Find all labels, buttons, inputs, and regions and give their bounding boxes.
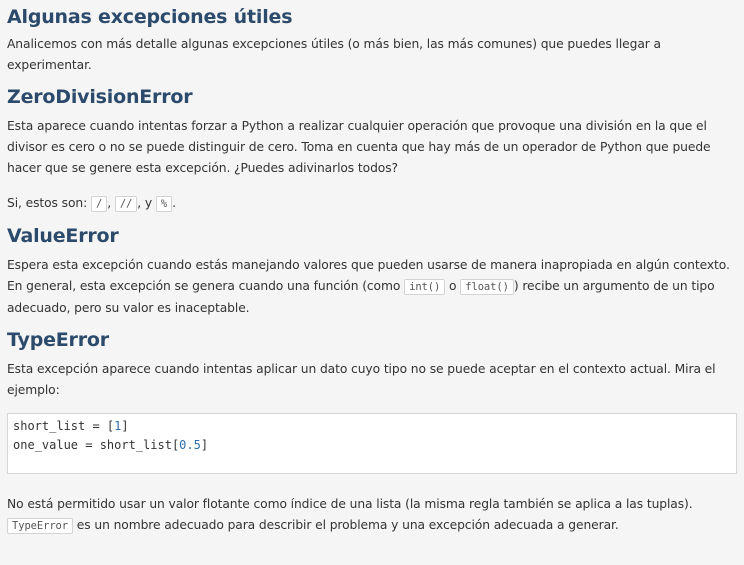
code-line-2: one_value = short_list[0.5] (13, 438, 209, 452)
operators-separator-1: , (107, 196, 115, 210)
valueerror-paragraph: Espera esta excepción cuando estás manej… (7, 255, 737, 319)
code-block: short_list = [1] one_value = short_list[… (7, 413, 737, 474)
page-content: Algunas excepciones útiles Analicemos co… (0, 0, 744, 537)
operators-separator-2: , y (137, 196, 156, 210)
section-title-intro: Algunas excepciones útiles (7, 6, 293, 28)
valueerror-text-mid: o (445, 279, 461, 293)
operators-prefix: Si, estos son: (7, 196, 91, 210)
code-float: float() (460, 279, 514, 295)
operators-end: . (172, 196, 176, 210)
typeerror-after-paragraph: No está permitido usar un valor flotante… (7, 494, 737, 537)
code-modulo-operator: % (155, 196, 173, 212)
code-typeerror: TypeError (7, 518, 73, 534)
zerodivision-operators-paragraph: Si, estos son: /, //, y %. (7, 193, 737, 215)
typeerror-paragraph: Esta excepción aparece cuando intentas a… (7, 362, 716, 397)
code-line-1: short_list = [1] (13, 419, 129, 433)
code-number-token: 0.5 (179, 438, 201, 452)
section-title-zerodivisionerror: ZeroDivisionError (7, 86, 193, 108)
zerodivision-paragraph: Esta aparece cuando intentas forzar a Py… (7, 119, 711, 175)
code-int: int() (404, 279, 446, 295)
typeerror-after-text-2: es un nombre adecuado para describir el … (73, 518, 619, 532)
section-title-typeerror: TypeError (7, 329, 109, 351)
typeerror-after-text: No está permitido usar un valor flotante… (7, 497, 693, 511)
section-title-valueerror: ValueError (7, 225, 119, 247)
code-division-operator: / (90, 196, 108, 212)
code-floor-division-operator: // (114, 196, 138, 212)
intro-paragraph: Analicemos con más detalle algunas excep… (7, 37, 661, 72)
